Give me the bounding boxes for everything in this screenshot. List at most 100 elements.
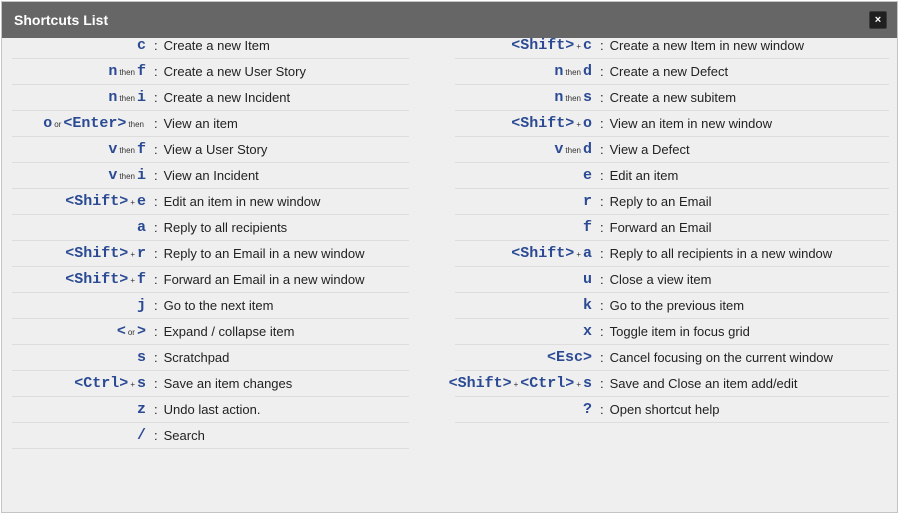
key-separator: then: [119, 172, 135, 181]
key-label: <: [116, 323, 126, 340]
shortcut-keys: n then i: [12, 89, 146, 106]
shortcut-keys: <Esc>: [455, 349, 592, 366]
shortcut-keys: <Shift> + <Ctrl> + s: [449, 375, 592, 392]
shortcut-keys: o or <Enter> then: [12, 115, 146, 132]
key-label: <Esc>: [546, 349, 592, 366]
key-label: <Ctrl>: [520, 375, 575, 392]
dialog-title: Shortcuts List: [14, 12, 109, 28]
key-separator: +: [576, 120, 581, 129]
key-label: r: [136, 245, 146, 262]
shortcut-keys: <Shift> + o: [455, 115, 592, 132]
shortcut-row: oor<Enter>then View an item: [12, 111, 409, 137]
key-separator: then: [565, 68, 581, 77]
shortcut-keys: v then i: [12, 167, 146, 184]
key-label: v: [108, 167, 118, 184]
key-label: <Shift>: [511, 245, 575, 262]
key-label: i: [136, 167, 146, 184]
shortcut-row: / Search: [12, 423, 409, 449]
key-separator: +: [130, 380, 135, 389]
shortcut-description: View an item in new window: [600, 116, 772, 131]
shortcut-row: z Undo last action.: [12, 397, 409, 423]
key-separator: +: [576, 380, 581, 389]
shortcut-description: Create a new Defect: [600, 64, 729, 79]
shortcut-row: <or> Expand / collapse item: [12, 319, 409, 345]
key-label: f: [582, 219, 592, 236]
shortcut-description: Create a new Incident: [154, 90, 290, 105]
shortcut-description: Create a new subitem: [600, 90, 736, 105]
shortcut-row: s Scratchpad: [12, 345, 409, 371]
shortcut-keys: n then d: [455, 63, 592, 80]
key-label: <Shift>: [65, 193, 129, 210]
key-separator: +: [130, 250, 135, 259]
shortcut-description: Save an item changes: [154, 376, 293, 391]
key-label: s: [582, 375, 592, 392]
shortcut-row: <Shift>+e Edit an item in new window: [12, 189, 409, 215]
shortcut-keys: <Shift> + r: [12, 245, 146, 262]
shortcut-row: vthenf View a User Story: [12, 137, 409, 163]
shortcut-row: j Go to the next item: [12, 293, 409, 319]
key-label: r: [582, 193, 592, 210]
shortcut-description: Toggle item in focus grid: [600, 324, 750, 339]
shortcut-description: Scratchpad: [154, 350, 230, 365]
right-shortcut-column: <Shift>+cCreate a new Item in new window…: [449, 33, 897, 449]
shortcut-keys: <Shift> + e: [12, 193, 146, 210]
shortcut-description: Forward an Email: [600, 220, 712, 235]
shortcut-description: Open shortcut help: [600, 402, 720, 417]
shortcut-description: Go to the previous item: [600, 298, 744, 313]
shortcut-keys: <Shift> + c: [455, 37, 592, 54]
key-label: >: [136, 323, 146, 340]
key-separator: then: [119, 146, 135, 155]
shortcut-description: Reply to an Email in a new window: [154, 246, 365, 261]
shortcut-row: k Go to the previous item: [455, 293, 889, 319]
shortcut-description: Go to the next item: [154, 298, 274, 313]
shortcut-row: ? Open shortcut help: [455, 397, 889, 423]
shortcut-row: <Ctrl>+s Save an item changes: [12, 371, 409, 397]
shortcut-row: vtheni View an Incident: [12, 163, 409, 189]
key-label: v: [554, 141, 564, 158]
close-icon: ×: [874, 14, 882, 26]
shortcut-keys: /: [12, 427, 146, 444]
shortcut-keys: < or >: [12, 323, 146, 340]
key-label: <Ctrl>: [74, 375, 129, 392]
shortcut-keys: a: [12, 219, 146, 236]
shortcut-row: c Create a new Item: [12, 33, 409, 59]
shortcut-row: f Forward an Email: [455, 215, 889, 241]
shortcut-row: x Toggle item in focus grid: [455, 319, 889, 345]
key-label: n: [108, 89, 118, 106]
shortcut-description: View a Defect: [600, 142, 690, 157]
shortcut-description: Edit an item in new window: [154, 194, 321, 209]
shortcut-keys: j: [12, 297, 146, 314]
key-label: c: [582, 37, 592, 54]
key-label: x: [582, 323, 592, 340]
shortcut-row: <Shift>+o View an item in new window: [455, 111, 889, 137]
shortcut-description: Search: [154, 428, 205, 443]
shortcut-description: Reply to all recipients: [154, 220, 288, 235]
key-label: e: [582, 167, 592, 184]
shortcut-description: Close a view item: [600, 272, 712, 287]
key-label: c: [136, 37, 146, 54]
shortcut-keys: c: [12, 37, 146, 54]
key-separator: +: [130, 276, 135, 285]
shortcut-row: nthend Create a new Defect: [455, 59, 889, 85]
shortcut-row: <Shift>+c Create a new Item in new window: [455, 33, 889, 59]
key-separator: then: [128, 120, 144, 129]
key-label: n: [554, 89, 564, 106]
key-separator: +: [576, 42, 581, 51]
shortcut-keys: n then f: [12, 63, 146, 80]
key-label: f: [136, 271, 146, 288]
key-label: <Shift>: [65, 245, 129, 262]
key-label: d: [582, 63, 592, 80]
shortcut-keys: v then f: [12, 141, 146, 158]
shortcut-row: <Shift>+a Reply to all recipients in a ne…: [455, 241, 889, 267]
key-label: ?: [582, 401, 592, 418]
close-button[interactable]: ×: [869, 11, 887, 29]
key-label: e: [136, 193, 146, 210]
shortcut-row: <Esc> Cancel focusing on the current wind…: [455, 345, 889, 371]
shortcut-keys: ?: [455, 401, 592, 418]
key-label: <Shift>: [65, 271, 129, 288]
key-separator: or: [127, 328, 135, 337]
shortcut-description: Reply to an Email: [600, 194, 712, 209]
key-label: a: [136, 219, 146, 236]
shortcut-keys: e: [455, 167, 592, 184]
key-label: n: [108, 63, 118, 80]
